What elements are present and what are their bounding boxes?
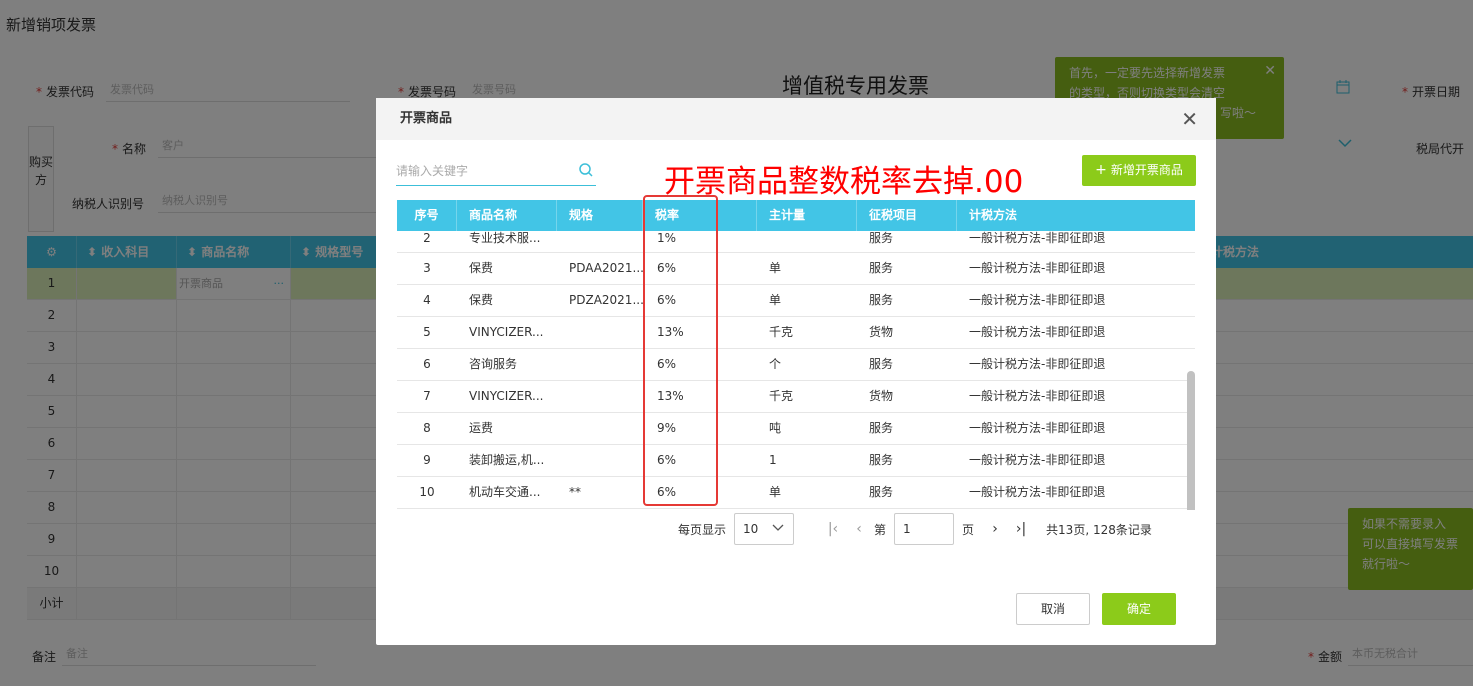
tax-item: 服务 (869, 485, 894, 499)
product-spec (557, 445, 643, 476)
product-spec (557, 413, 643, 444)
page-size-value: 10 (743, 522, 759, 536)
last-page-icon[interactable]: ›| (1010, 521, 1032, 537)
product-table-body: 2 专业技术服... 1% 服务 一般计税方法-非即征即退 3 保费 PDAA2021... 6… (397, 231, 1195, 509)
tax-item: 服务 (869, 421, 894, 435)
search-input[interactable] (396, 158, 566, 184)
table-scrollbar[interactable] (1187, 371, 1195, 510)
product-table: 序号 商品名称 规格 税率 主计量 征税项目 计税方法 2 专业技术服... 1% 服… (397, 200, 1195, 510)
tax-method: 一般计税方法-非即征即退 (969, 325, 1106, 339)
table-row[interactable]: 9 装卸搬运,机... 6% 1 服务 一般计税方法-非即征即退 (397, 445, 1195, 477)
row-no: 5 (423, 325, 431, 339)
close-icon[interactable]: ✕ (1181, 98, 1198, 140)
product-spec (557, 231, 643, 252)
table-row[interactable]: 7 VINYCIZER... 13% 千克 货物 一般计税方法-非即征即退 (397, 381, 1195, 413)
product-spec: ** (569, 485, 581, 499)
col-header-unit: 主计量 (757, 200, 857, 231)
page-number-input[interactable]: 1 (894, 513, 955, 545)
unit: 单 (769, 293, 782, 307)
search-icon[interactable] (578, 162, 594, 178)
page-size-select[interactable]: 10 (734, 513, 795, 545)
product-name: 保费 (469, 293, 494, 307)
tax-item: 服务 (869, 453, 894, 467)
search-box (396, 158, 596, 186)
product-name: VINYCIZER... (469, 389, 544, 403)
row-no: 8 (423, 421, 431, 435)
tax-item: 服务 (869, 293, 894, 307)
product-name: 保费 (469, 261, 494, 275)
tax-method: 一般计税方法-非即征即退 (969, 485, 1106, 499)
chevron-down-icon (772, 524, 784, 531)
tax-item: 服务 (869, 261, 894, 275)
pagination-summary: 共13页, 128条记录 (1046, 522, 1152, 537)
product-picker-modal: 开票商品 ✕ 开票商品整数税率去掉.00 +新增开票商品 序号 商品名称 规格 … (376, 98, 1216, 645)
col-header-spec: 规格 (557, 200, 643, 231)
row-no: 10 (419, 485, 435, 499)
tax-method: 一般计税方法-非即征即退 (969, 231, 1106, 245)
product-name: 专业技术服... (469, 231, 541, 245)
product-spec: PDAA2021... (569, 261, 643, 275)
modal-title: 开票商品 (400, 111, 453, 126)
confirm-button[interactable]: 确定 (1102, 593, 1176, 625)
plus-icon: + (1095, 162, 1107, 178)
row-no: 2 (423, 231, 431, 245)
col-header-tax-method: 计税方法 (969, 208, 1018, 222)
page-prefix: 第 (874, 522, 887, 537)
row-no: 7 (423, 389, 431, 403)
next-page-icon[interactable]: › (984, 521, 1006, 537)
unit: 千克 (769, 389, 794, 403)
unit: 单 (769, 261, 782, 275)
product-spec (557, 381, 643, 412)
table-row[interactable]: 6 咨询服务 6% 个服务 一般计税方法-非即征即退 (397, 349, 1195, 381)
unit: 单 (769, 485, 782, 499)
table-row[interactable]: 3 保费 PDAA2021... 6% 单服务 一般计税方法-非即征即退 (397, 253, 1195, 285)
unit: 1 (769, 453, 777, 467)
prev-page-icon[interactable]: ‹ (848, 521, 870, 537)
unit: 千克 (769, 325, 794, 339)
product-spec (557, 349, 643, 380)
unit: 吨 (769, 421, 782, 435)
row-no: 9 (423, 453, 431, 467)
product-name: 装卸搬运,机... (469, 453, 545, 467)
table-row[interactable]: 5 VINYCIZER... 13% 千克 货物 一般计税方法-非即征即退 (397, 317, 1195, 349)
tax-item: 货物 (869, 325, 894, 339)
add-product-button[interactable]: + 新增开票商品 (1082, 155, 1196, 186)
modal-header: 开票商品 ✕ (376, 98, 1216, 140)
tax-method: 一般计税方法-非即征即退 (969, 261, 1106, 275)
page-suffix: 页 (962, 522, 975, 537)
highlight-rate-column (643, 195, 718, 506)
cancel-button[interactable]: 取消 (1016, 593, 1090, 625)
pagination: 每页显示 10 |‹ ‹ 第 1 页 › ›| 共13页, 128条记录 (678, 513, 1152, 545)
tax-method: 一般计税方法-非即征即退 (969, 357, 1106, 371)
tax-item: 服务 (869, 231, 894, 245)
tax-method: 一般计税方法-非即征即退 (969, 389, 1106, 403)
row-no: 3 (423, 261, 431, 275)
unit (757, 231, 857, 252)
table-row[interactable]: 8 运费 9% 吨服务 一般计税方法-非即征即退 (397, 413, 1195, 445)
product-table-header: 序号 商品名称 规格 税率 主计量 征税项目 计税方法 (397, 200, 1195, 231)
table-row[interactable]: 10 机动车交通... ** 6% 单服务 一般计税方法-非即征即退 (397, 477, 1195, 509)
unit: 个 (769, 357, 782, 371)
table-row[interactable]: 2 专业技术服... 1% 服务 一般计税方法-非即征即退 (397, 231, 1195, 253)
product-name: VINYCIZER... (469, 325, 544, 339)
first-page-icon[interactable]: |‹ (822, 521, 844, 537)
product-spec: PDZA2021... (569, 293, 643, 307)
col-header-tax-item: 征税项目 (857, 200, 957, 231)
per-page-label: 每页显示 (678, 522, 727, 537)
product-name: 运费 (469, 421, 494, 435)
row-no: 4 (423, 293, 431, 307)
tax-method: 一般计税方法-非即征即退 (969, 293, 1106, 307)
tax-item: 货物 (869, 389, 894, 403)
tax-method: 一般计税方法-非即征即退 (969, 453, 1106, 467)
annotation-text: 开票商品整数税率去掉.00 (664, 164, 1024, 200)
tax-item: 服务 (869, 357, 894, 371)
product-name: 咨询服务 (469, 357, 518, 371)
col-header-name: 商品名称 (457, 200, 557, 231)
row-no: 6 (423, 357, 431, 371)
col-header-no: 序号 (397, 200, 457, 231)
product-name: 机动车交通... (469, 485, 541, 499)
table-row[interactable]: 4 保费 PDZA2021... 6% 单服务 一般计税方法-非即征即退 (397, 285, 1195, 317)
tax-method: 一般计税方法-非即征即退 (969, 421, 1106, 435)
product-spec (557, 317, 643, 348)
